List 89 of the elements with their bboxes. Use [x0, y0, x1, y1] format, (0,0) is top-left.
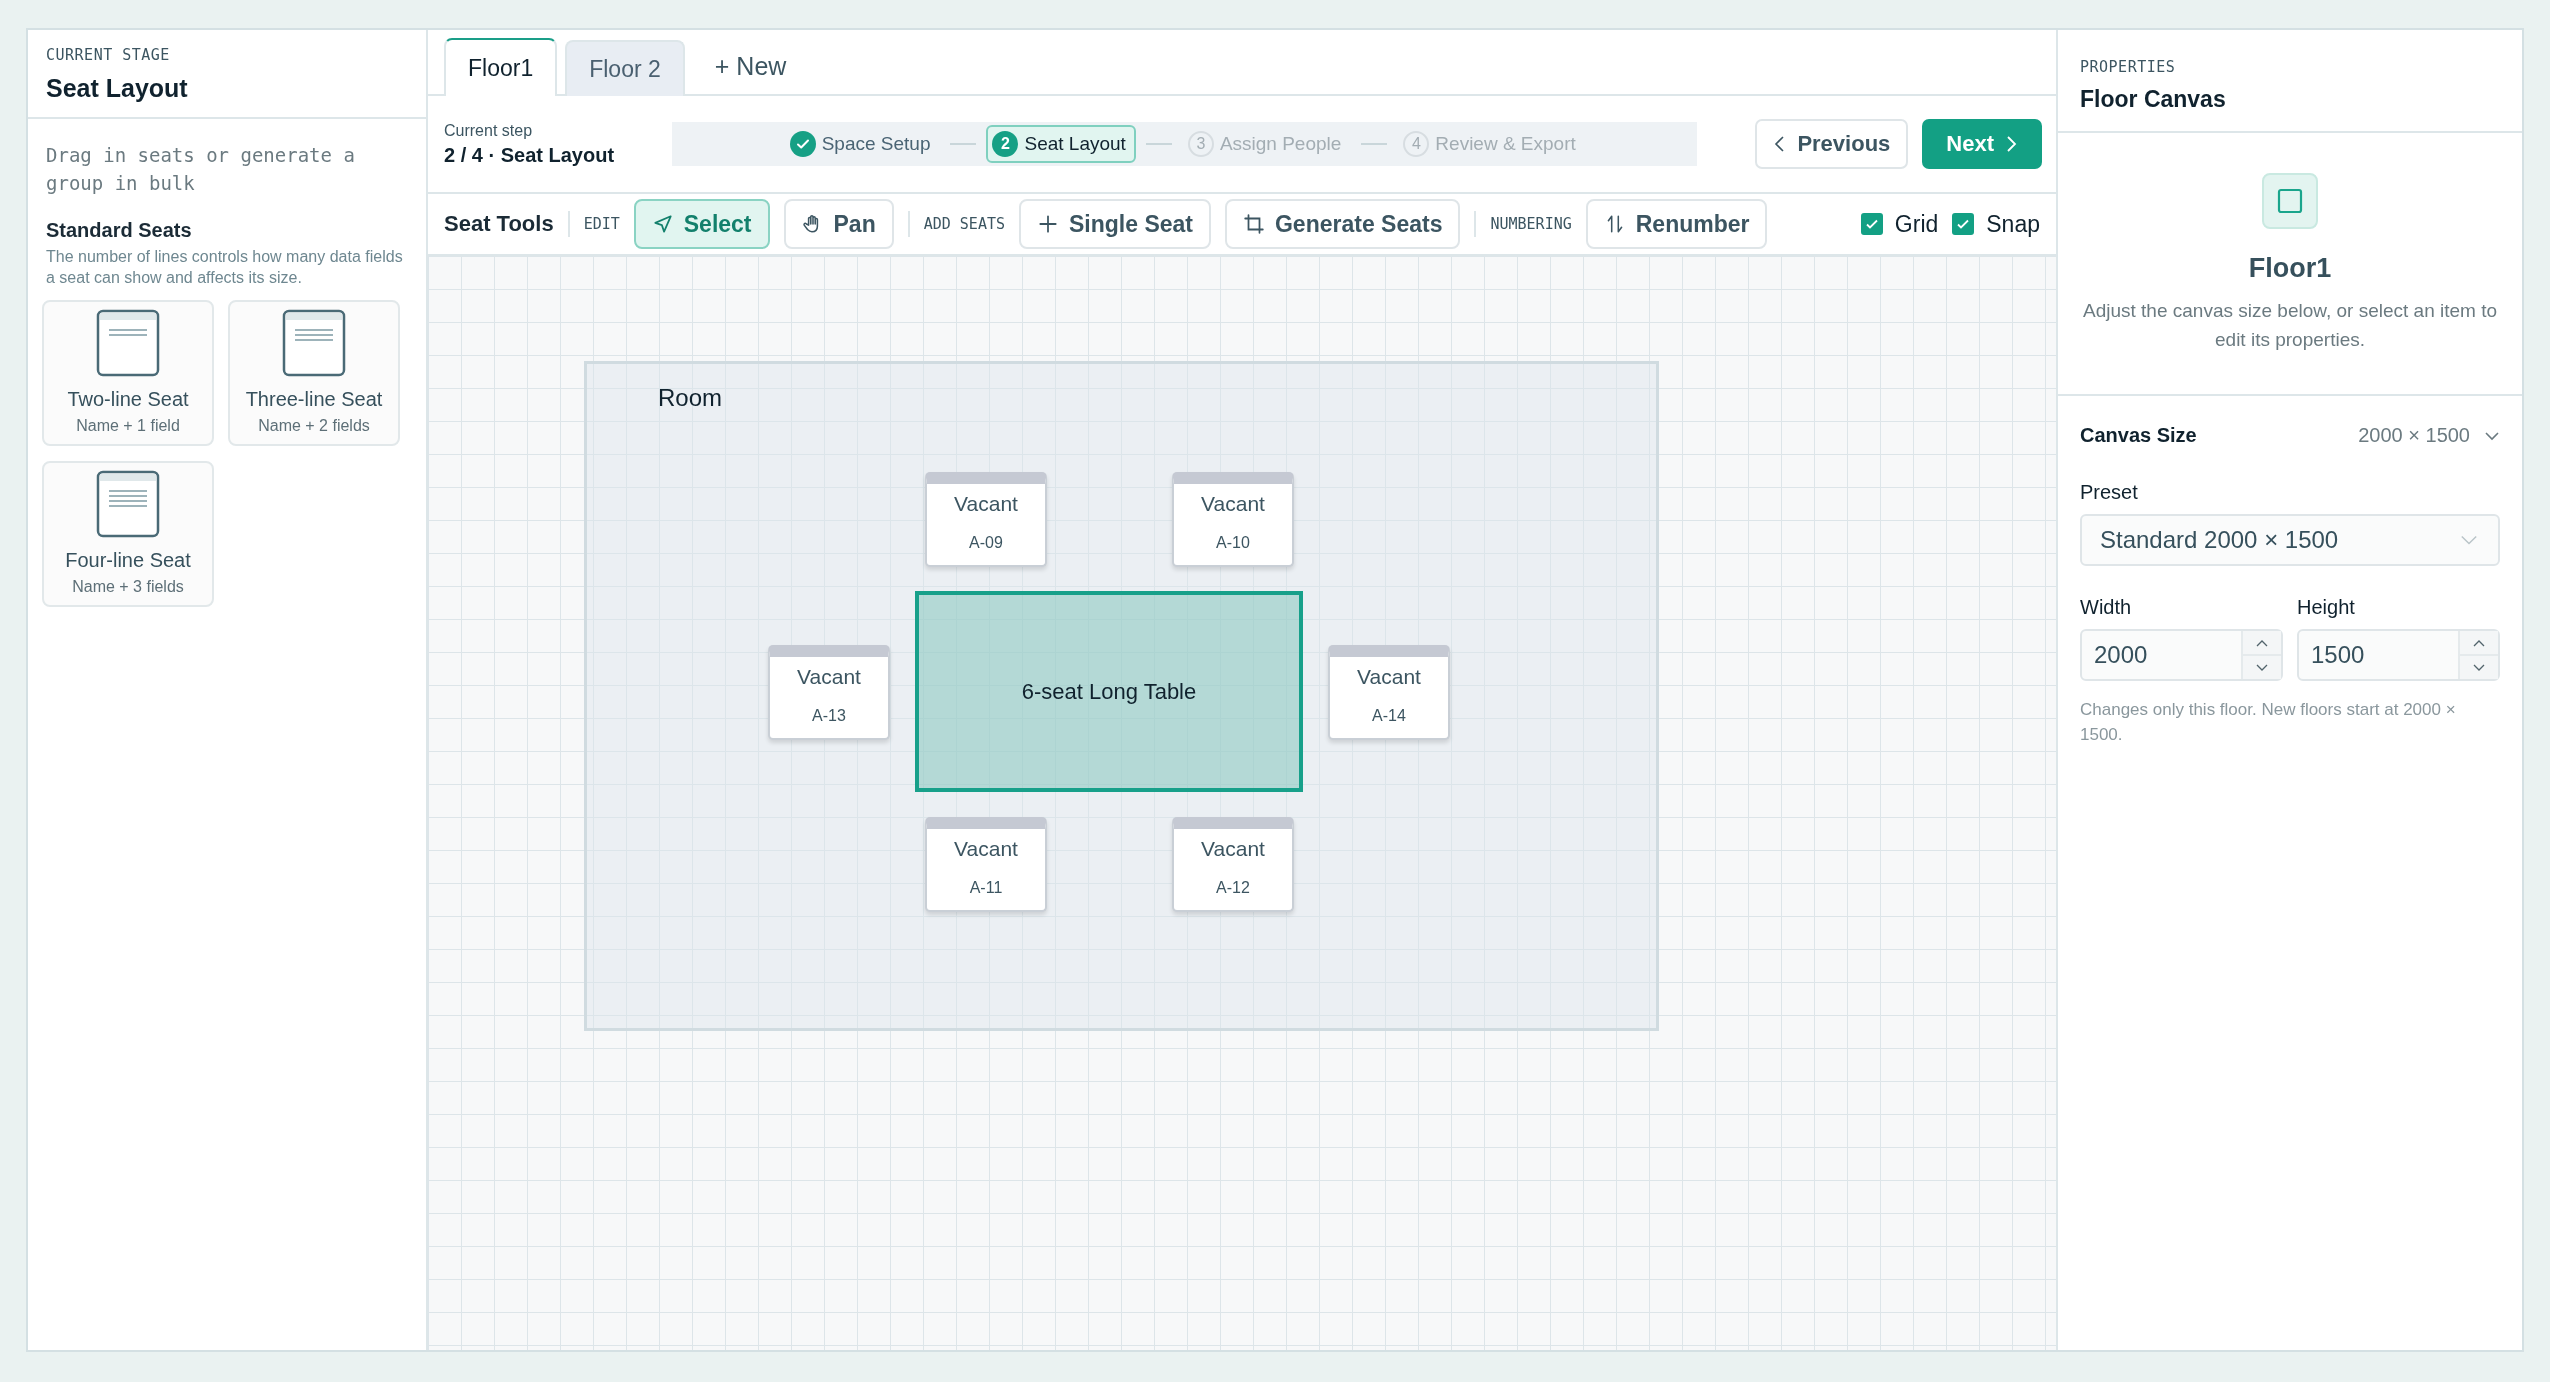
toolbar-title: Seat Tools [444, 211, 554, 237]
group-label: EDIT [583, 215, 620, 233]
group-label: ADD SEATS [923, 215, 1005, 233]
step-number: 2 [992, 131, 1019, 157]
template-name: Four-line Seat [65, 549, 191, 572]
section-title: Standard Seats [46, 219, 193, 242]
tool-button[interactable]: Single Seat [1019, 199, 1211, 249]
seat-name: Vacant [1201, 837, 1265, 861]
tool-button[interactable]: Generate Seats [1224, 199, 1461, 249]
seat-code: A-14 [1372, 707, 1406, 725]
new-tab-button[interactable]: + New [692, 38, 809, 94]
cursor-icon [651, 213, 674, 235]
plus-icon [1037, 213, 1059, 235]
long-table[interactable]: 6-seat Long Table [915, 591, 1303, 792]
step-number: 3 [1187, 131, 1214, 157]
field-label: Canvas Size [2080, 424, 2197, 447]
template-name: Two-line Seat [67, 388, 189, 411]
chevron-icon [2484, 430, 2500, 441]
room-label: Room [658, 384, 723, 412]
description: Adjust the canvas size below, or select an item to edit its properties. [2082, 299, 2498, 352]
seat-card[interactable]: Vacant A-14 [1328, 645, 1450, 740]
field-label: Preset [2080, 481, 2139, 504]
step[interactable]: 2 Seat Layout [986, 125, 1136, 163]
seat-code: A-13 [812, 707, 846, 725]
seat-code: A-09 [969, 534, 1003, 552]
seat-name: Vacant [1357, 665, 1421, 689]
hint-text: Drag in seats or generate a group in bulk [46, 143, 356, 196]
number-input[interactable]: 1500 [2299, 631, 2458, 679]
template-detail: Name + 1 field [76, 417, 180, 435]
seat-card-icon [95, 469, 161, 539]
template-detail: Name + 2 fields [258, 417, 370, 435]
seat-card[interactable]: Vacant A-10 [1172, 472, 1294, 567]
square-icon [2262, 173, 2318, 229]
checkbox[interactable] [1952, 213, 1975, 235]
step-name: Review & Export [1435, 133, 1576, 155]
step-number: 4 [1403, 131, 1430, 157]
crop-icon [1242, 213, 1265, 235]
template-name: Three-line Seat [245, 388, 383, 411]
section-description: The number of lines controls how many data fields a seat can show and affects its size. [46, 247, 404, 288]
number-input[interactable]: 2000 [2082, 631, 2241, 679]
group-label: NUMBERING [1490, 215, 1572, 233]
seat-name: Vacant [1201, 492, 1265, 516]
step-name: Assign People [1219, 133, 1342, 155]
number-field[interactable]: 2000 [2080, 629, 2283, 681]
tool-button[interactable]: Renumber [1585, 199, 1768, 249]
section-eyebrow: PROPERTIES [2080, 58, 2177, 76]
checkbox-label: Grid [1894, 210, 1939, 238]
seat-card-icon [95, 308, 161, 378]
floor-name: Floor1 [2248, 253, 2332, 284]
tool-button[interactable]: Pan [783, 199, 894, 249]
number-field[interactable]: 1500 [2297, 629, 2500, 681]
seat-template-card[interactable]: Three-line Seat Name + 2 fields [228, 300, 400, 446]
room-area[interactable] [584, 361, 1659, 1031]
seat-card[interactable]: Vacant A-09 [925, 472, 1047, 567]
seat-card[interactable]: Vacant A-12 [1172, 817, 1294, 912]
field-label: Width [2080, 596, 2133, 619]
seat-code: A-12 [1216, 879, 1250, 897]
panel-title: Floor Canvas [2080, 86, 2227, 113]
step-name: Space Setup [821, 133, 931, 155]
checkbox[interactable] [1860, 213, 1883, 235]
step-value: 2 / 4 · Seat Layout [444, 143, 615, 167]
panel-title: Seat Layout [46, 74, 189, 103]
step-name: Seat Layout [1024, 133, 1126, 155]
seat-name: Vacant [797, 665, 861, 689]
seat-code: A-11 [969, 879, 1003, 897]
section-eyebrow: CURRENT STAGE [46, 46, 171, 64]
check-icon [789, 131, 816, 157]
seat-card-icon [281, 308, 347, 378]
template-detail: Name + 3 fields [72, 578, 184, 596]
seat-card[interactable]: Vacant A-11 [925, 817, 1047, 912]
floor-tab[interactable]: Floor1 [444, 38, 558, 96]
canvas-size-toggle[interactable]: 2000 × 1500 [2358, 424, 2500, 447]
seat-template-card[interactable]: Two-line Seat Name + 1 field [42, 300, 214, 446]
seat-code: A-10 [1216, 534, 1250, 552]
field-label: Height [2297, 596, 2356, 619]
step-label: Current step [444, 121, 534, 140]
note-text: Changes only this floor. New floors start at 2000 × 1500. [2080, 699, 2457, 746]
floor-tab[interactable]: Floor 2 [565, 40, 685, 96]
chevron-right-icon [2004, 134, 2018, 154]
floor-canvas[interactable]: Room 6-seat Long Table Vacant A-09 Vacant A-10 Vacant A-13 Vacant A-14 Vacant A-11 Vacant A-12 [428, 256, 2056, 1350]
seat-template-card[interactable]: Four-line Seat Name + 3 fields [42, 461, 214, 607]
seat-name: Vacant [954, 837, 1018, 861]
tool-button[interactable]: Select [633, 199, 770, 249]
step[interactable]: Space Setup [783, 125, 941, 163]
checkbox-label: Snap [1986, 210, 2040, 238]
previous-button[interactable]: Previous [1755, 119, 1909, 169]
preset-select[interactable]: Standard 2000 × 1500 [2080, 514, 2500, 566]
seat-card[interactable]: Vacant A-13 [768, 645, 890, 740]
seat-name: Vacant [954, 492, 1018, 516]
